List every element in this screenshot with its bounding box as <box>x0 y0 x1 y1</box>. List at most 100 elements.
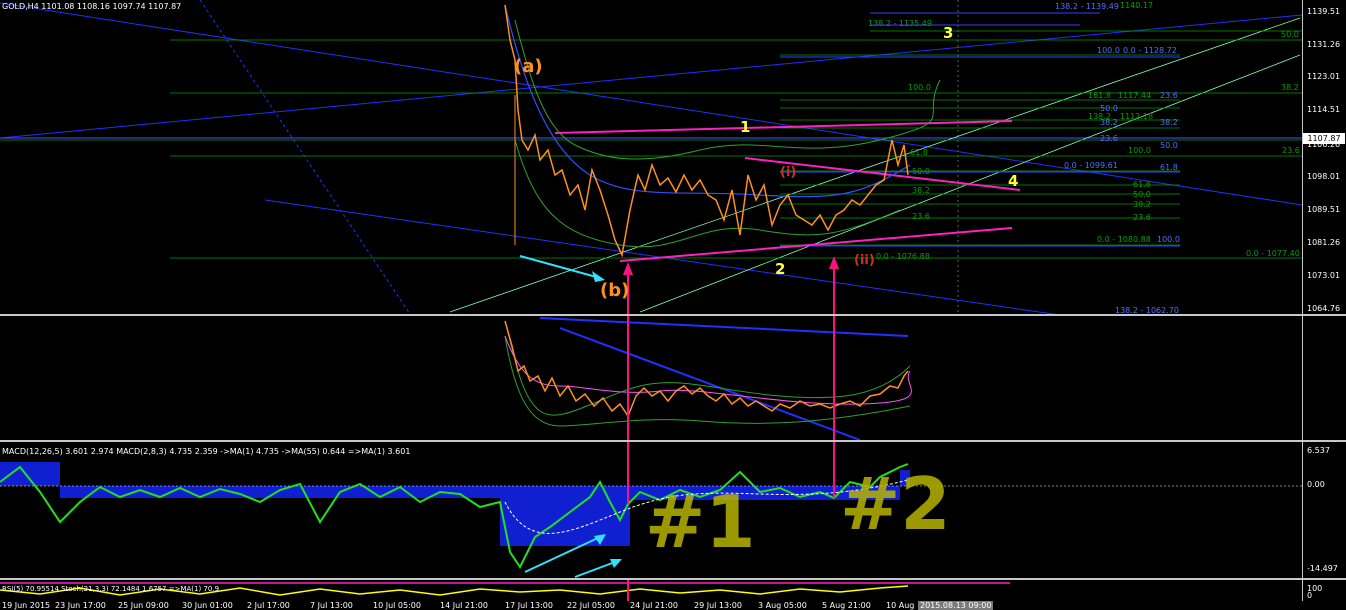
macd-pane[interactable]: MACD(12,26,5) 3.601 2.974 MACD(2,8,3) 4.… <box>0 442 1302 578</box>
price-chart-pane[interactable]: GOLD,H4 1101.08 1108.16 1097.74 1107.87 … <box>0 0 1302 314</box>
fib-label: 138.2 - 1139.49 <box>1055 2 1119 11</box>
fib-label: 38.2 <box>1281 83 1299 92</box>
annotation-1: #1 <box>645 480 756 564</box>
time-axis[interactable]: 19 Jun 2015 23 Jun 17:00 25 Jun 09:00 30… <box>0 601 1346 610</box>
wave-label-b: (b) <box>600 280 630 301</box>
time-tick: 14 Jul 21:00 <box>440 601 488 610</box>
time-tick: 7 Jul 13:00 <box>310 601 353 610</box>
price-tick: 1073.01 <box>1307 271 1341 280</box>
fib-label: 0.0 - 1128.72 <box>1123 46 1177 55</box>
stoch-axis: 100 0 <box>1302 580 1346 601</box>
fib-label: 23.6 <box>1282 146 1300 155</box>
time-tick: 3 Aug 05:00 <box>758 601 807 610</box>
price-tick: 1089.51 <box>1307 205 1341 214</box>
price-tick: 1098.01 <box>1307 172 1341 181</box>
time-tick: 25 Jun 09:00 <box>118 601 169 610</box>
chart-symbol-header: GOLD,H4 1101.08 1108.16 1097.74 1107.87 <box>2 2 182 11</box>
price-tick: 1114.51 <box>1307 105 1341 114</box>
fib-label: 38.2 <box>1133 200 1151 209</box>
time-tick: 22 Jul 05:00 <box>567 601 615 610</box>
fib-label: 61.8 <box>910 148 928 157</box>
fib-blue-lines <box>780 12 1180 247</box>
macd-tick: 6.537 <box>1307 446 1330 455</box>
fib-label: 0.0 - 1077.40 <box>1246 249 1300 258</box>
macd-axis[interactable]: 6.537 0.00 -14.497 <box>1302 442 1346 578</box>
macd-tick: -14.497 <box>1307 564 1338 573</box>
fib-label: 23.6 <box>1133 213 1151 222</box>
price-tick: 1131.26 <box>1307 40 1341 49</box>
fib-label: 1117.44 <box>1118 91 1152 100</box>
time-tick: 17 Jul 13:00 <box>505 601 553 610</box>
time-tick: 24 Jul 21:00 <box>630 601 678 610</box>
fib-label: 138.2 - 1135.49 <box>868 19 932 28</box>
macd-tick: 0.00 <box>1307 480 1325 489</box>
indicator-pane-bands[interactable] <box>0 316 1302 440</box>
time-cursor-label: 2015.08.13 09:00 <box>918 601 994 610</box>
fib-label: 0.0 - 1099.61 <box>1064 161 1118 170</box>
stoch-title: RSI(5) 70.95514 Stoch(21,3,3) 72.1484 1.… <box>2 585 220 593</box>
fib-label: 1140.17 <box>1120 1 1154 10</box>
triangle-upper <box>554 120 1013 134</box>
annotation-2: #2 <box>840 462 951 546</box>
time-tick: 29 Jul 13:00 <box>694 601 742 610</box>
fib-label: 161.8 <box>1088 91 1111 100</box>
indicator-bands-svg <box>504 316 912 440</box>
wave-label-2: 2 <box>775 260 786 278</box>
cyan-arrow-line <box>519 255 601 279</box>
macd-title: MACD(12,26,5) 3.601 2.974 MACD(2,8,3) 4.… <box>2 447 411 456</box>
fib-label: 23.6 <box>1160 91 1178 100</box>
fib-label: 100.0 <box>908 83 931 92</box>
fib-label: 23.6 <box>1100 134 1118 143</box>
fib-label: 38.2 <box>1160 118 1178 127</box>
fib-label: 1112.18 <box>1120 112 1154 121</box>
macd-line <box>0 463 909 569</box>
price-tick: 1123.01 <box>1307 72 1341 81</box>
time-tick: 30 Jun 01:00 <box>182 601 233 610</box>
fib-label: 50.0 <box>1133 190 1151 199</box>
cyan-arrow-macd-2 <box>574 561 616 578</box>
price-tick: 1081.26 <box>1307 238 1341 247</box>
fib-label: 100.0 <box>1097 46 1120 55</box>
wave-label-4: 4 <box>1008 172 1019 190</box>
fib-lines <box>0 30 1302 259</box>
fib-label: 23.6 <box>912 212 930 221</box>
indicator-main-line <box>504 320 909 418</box>
magenta-arrow-1-head <box>623 262 633 275</box>
band-mid <box>504 335 912 405</box>
fib-label: 0.0 - 1080.88 <box>1097 235 1151 244</box>
price-tick: 1139.51 <box>1307 7 1341 16</box>
fib-label: 50.0 <box>1281 30 1299 39</box>
indicator-axis-bands <box>1302 316 1346 440</box>
price-axis[interactable]: 1139.51 1131.26 1123.01 1114.51 1106.26 … <box>1302 0 1346 314</box>
blue-trend-upper <box>539 317 909 337</box>
wave-label-3: 3 <box>943 24 954 42</box>
time-tick: 5 Aug 21:00 <box>822 601 871 610</box>
band-lower <box>504 335 911 427</box>
fib-label: 50.0 <box>912 167 930 176</box>
moving-average <box>504 4 911 198</box>
trendline-dashed-blue <box>199 0 411 314</box>
fib-label: 38.2 <box>912 186 930 195</box>
fib-label: 100.0 <box>1128 146 1151 155</box>
fib-label: 38.2 <box>1100 118 1118 127</box>
time-tick: 19 Jun 2015 <box>2 601 51 610</box>
time-tick: 10 Jul 05:00 <box>373 601 421 610</box>
fib-label: 100.0 <box>1157 235 1180 244</box>
price-tick: 1064.76 <box>1307 304 1341 313</box>
time-tick: 10 Aug <box>886 601 915 610</box>
wave-label-1: 1 <box>740 118 751 136</box>
fib-label: 50.0 <box>1160 141 1178 150</box>
time-tick: 23 Jun 17:00 <box>55 601 106 610</box>
wave-label-ii: (ii) <box>854 253 875 268</box>
wave-label-i: (i) <box>780 165 797 180</box>
macd-histogram <box>0 462 910 546</box>
current-price-label: 1107.87 <box>1303 133 1345 144</box>
fib-label: 138.2 - 1062.70 <box>1115 306 1179 314</box>
time-tick: 2 Jul 17:00 <box>247 601 290 610</box>
fib-label: 0.0 - 1076.88 <box>876 252 930 261</box>
stoch-tick: 0 <box>1307 591 1313 600</box>
wave-label-a: (a) <box>514 56 543 77</box>
fib-label: 61.8 <box>1133 180 1151 189</box>
stoch-pane[interactable]: RSI(5) 70.95514 Stoch(21,3,3) 72.1484 1.… <box>0 580 1302 601</box>
fib-label: 61.8 <box>1160 163 1178 172</box>
